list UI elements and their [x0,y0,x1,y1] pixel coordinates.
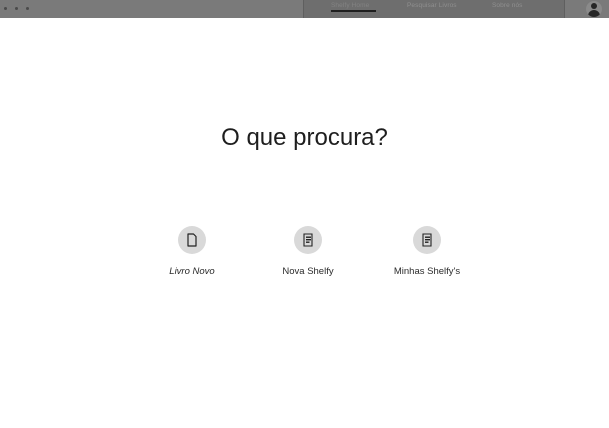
dot-icon [4,7,7,10]
option-new-shelfy[interactable]: Nova Shelfy [248,226,368,277]
option-new-book[interactable]: Livro Novo [132,226,252,277]
user-avatar-icon[interactable] [586,1,602,17]
main-nav: Shelfy Home Pesquisar Livros Sobre nós [303,0,565,18]
dot-icon [26,7,29,10]
avatar-head [591,3,597,9]
option-label: Minhas Shelfy's [393,266,461,277]
icon-button[interactable] [178,226,206,254]
option-label: Livro Novo [169,266,215,277]
top-bar: Shelfy Home Pesquisar Livros Sobre nós [0,0,609,18]
dot-icon [15,7,18,10]
nav-link-about[interactable]: Sobre nós [492,2,523,9]
avatar-body [588,10,600,17]
icon-button[interactable] [413,226,441,254]
option-label: Nova Shelfy [282,266,334,277]
page: Shelfy Home Pesquisar Livros Sobre nós O… [0,0,609,428]
window-dots [4,7,29,10]
page-title: O que procura? [221,124,388,151]
list-document-icon [422,233,432,247]
icon-button[interactable] [294,226,322,254]
document-icon [187,233,197,247]
option-my-shelfys[interactable]: Minhas Shelfy's [367,226,487,277]
nav-link-home[interactable]: Shelfy Home [331,2,369,9]
list-document-icon [303,233,313,247]
nav-active-indicator [331,10,376,12]
nav-link-search-books[interactable]: Pesquisar Livros [407,2,457,9]
